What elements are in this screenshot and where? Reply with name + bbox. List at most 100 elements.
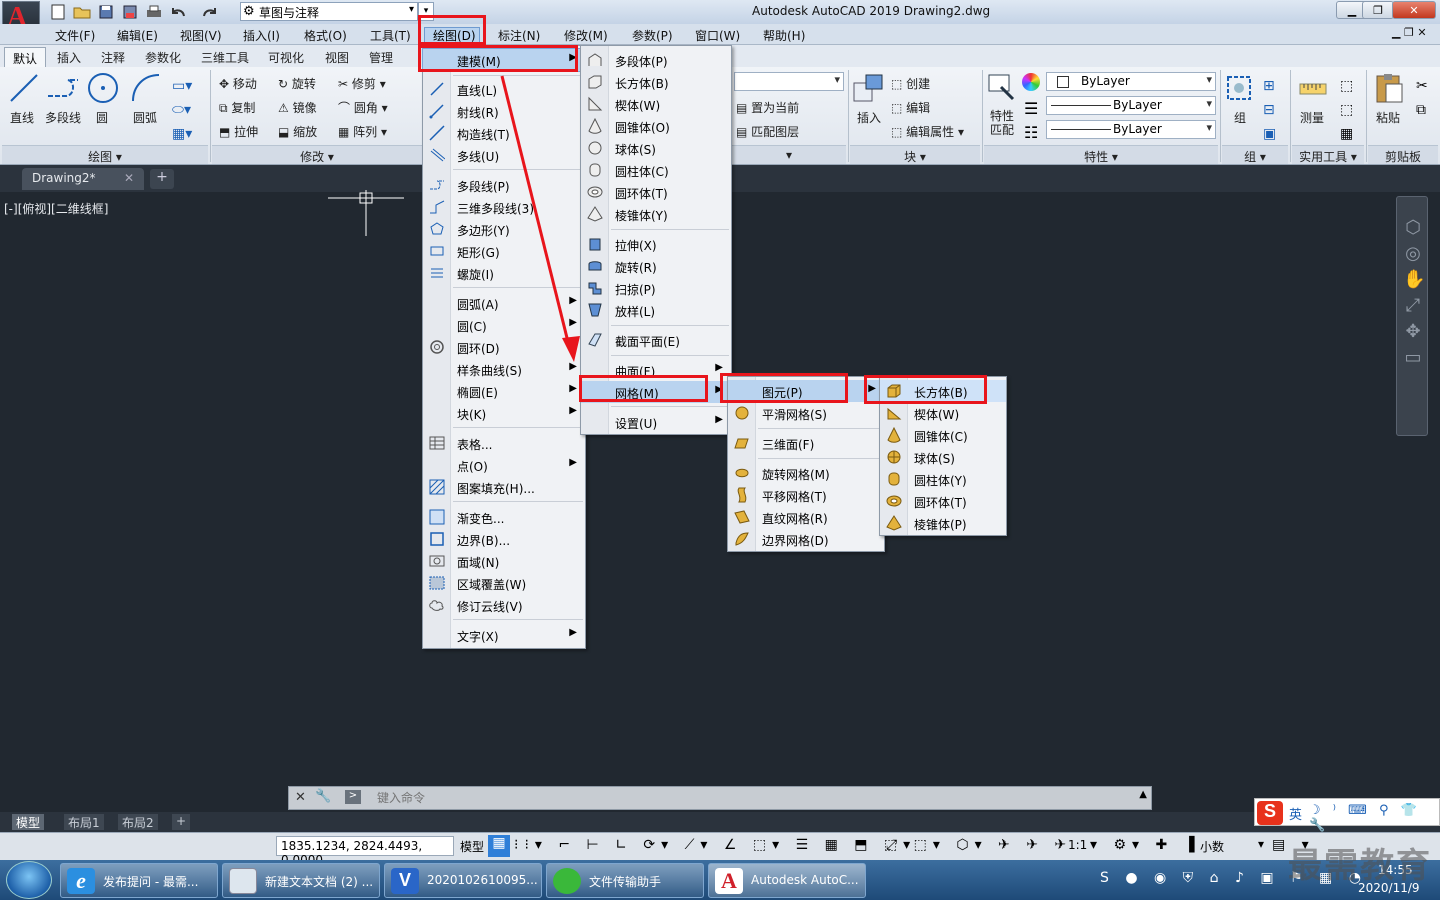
menu-item-box[interactable]: 长方体(B) — [581, 71, 731, 93]
panel-title-block[interactable]: 块 ▾ — [850, 145, 980, 164]
line-tool-label[interactable]: 直线 — [10, 109, 34, 126]
menu-parametric[interactable]: 参数(P) — [632, 27, 673, 44]
layer-dropdown[interactable] — [734, 72, 844, 91]
command-input[interactable] — [377, 789, 1127, 807]
move-tool[interactable]: ✥ 移动 — [219, 75, 257, 92]
close-tab-icon[interactable]: ✕ — [124, 171, 134, 185]
menu-item-3dface[interactable]: 三维面(F) — [728, 432, 884, 454]
set-current-layer[interactable]: ▤ 置为当前 — [736, 99, 799, 116]
save-icon[interactable] — [95, 2, 117, 22]
tab-3d-tools[interactable]: 三维工具 — [201, 49, 249, 66]
start-button[interactable] — [6, 861, 52, 899]
insert-block-label[interactable]: 插入 — [857, 109, 881, 126]
menu-item-pyramid[interactable]: 棱锥体(Y) — [581, 203, 731, 225]
menu-item-boundary[interactable]: 边界(B)... — [423, 528, 585, 550]
workspace-selector[interactable]: ⚙ 草图与注释 ▾ — [240, 2, 418, 21]
coordinate-readout[interactable]: 1835.1234, 2824.4493, 0.0000 — [276, 836, 454, 867]
match-properties-label[interactable]: 特性匹配 — [990, 109, 1016, 137]
menu-item-revsurf[interactable]: 旋转网格(M) — [728, 462, 884, 484]
scale-tool[interactable]: ⬓ 缩放 — [278, 123, 317, 140]
status-toggle-icons-1[interactable]: ⁝⁝▾ ⌐ ⊢ ∟ ⟳▾ ⟋▾ ∠ ⬚▾ ☰ ▦ ⬒ ⬚▾ — [514, 837, 916, 853]
menu-item-mesh-cone[interactable]: 圆锥体(C) — [880, 424, 1006, 446]
tab-insert[interactable]: 插入 — [57, 49, 81, 66]
paste-label[interactable]: 粘贴 — [1376, 109, 1400, 126]
tab-layout2[interactable]: 布局2 — [118, 814, 158, 830]
qat-customize-button[interactable]: ▾ — [418, 2, 434, 21]
panel-title-properties[interactable]: 特性 ▾ — [984, 145, 1218, 164]
group-icon[interactable] — [1226, 73, 1254, 103]
utility-tool-icons[interactable]: ⬚ ⬚ ▦ — [1340, 74, 1353, 146]
polyline-tool-label[interactable]: 多段线 — [45, 109, 81, 126]
menu-item-tabsurf[interactable]: 平移网格(T) — [728, 484, 884, 506]
menu-file[interactable]: 文件(F) — [55, 27, 95, 44]
maximize-button[interactable]: ❐ — [1362, 1, 1394, 19]
status-toggle-icons-2[interactable]: ⤢ ⬚▾ ⬡▾ ✈ ✈ ✈ — [886, 837, 1072, 853]
menu-item-revcloud[interactable]: 修订云线(V) — [423, 594, 585, 616]
menu-help[interactable]: 帮助(H) — [763, 27, 805, 44]
menu-item-gradient[interactable]: 渐变色... — [423, 506, 585, 528]
menu-insert[interactable]: 插入(I) — [243, 27, 280, 44]
close-icon[interactable]: ✕ — [295, 790, 306, 805]
edit-block[interactable]: ⬚ 编辑 — [891, 99, 930, 116]
match-layer[interactable]: ▤ 匹配图层 — [736, 123, 799, 140]
menu-modify[interactable]: 修改(M) — [564, 27, 608, 44]
annotation-scale[interactable]: 1:1 — [1068, 838, 1087, 852]
ime-toolbar[interactable]: S 英 ☽ ⁾ ⌨ ⚲ 👕 🔧 — [1254, 798, 1440, 833]
viewport-controls[interactable]: [-][俯视][二维线框] — [4, 200, 108, 217]
new-file-icon[interactable] — [47, 2, 69, 22]
color-dropdown[interactable]: ByLayer — [1046, 72, 1216, 91]
print-icon[interactable] — [143, 2, 165, 22]
circle-tool-label[interactable]: 圆 — [96, 109, 108, 126]
stretch-tool[interactable]: ⬒ 拉伸 — [219, 123, 258, 140]
tab-default[interactable]: 默认 — [4, 47, 46, 67]
linetype-dropdown[interactable]: ByLayer — [1046, 96, 1216, 115]
menu-view[interactable]: 视图(V) — [180, 27, 222, 44]
chevron-up-icon[interactable]: ▲ — [1139, 789, 1147, 800]
menu-item-mesh-wedge[interactable]: 楔体(W) — [880, 402, 1006, 424]
menu-item-revolve[interactable]: 旋转(R) — [581, 255, 731, 277]
taskbar-item-word[interactable]: V 2020102610095... — [384, 863, 542, 898]
arc-tool-label[interactable]: 圆弧 — [133, 109, 157, 126]
menu-item-polysolid[interactable]: 多段体(P) — [581, 49, 731, 71]
menu-item-mesh[interactable]: 网格(M) ▶ — [581, 381, 731, 403]
menu-item-extrude[interactable]: 拉伸(X) — [581, 233, 731, 255]
rotate-tool[interactable]: ↻ 旋转 — [278, 75, 316, 92]
status-toggle-icons-3[interactable]: ▾ ⚙▾ ✚ ▐ — [1090, 837, 1200, 853]
color-wheel-icon[interactable] — [1022, 73, 1040, 91]
ime-tool-icons[interactable]: ☽ ⁾ ⌨ ⚲ 👕 🔧 — [1309, 803, 1439, 833]
paste-icon[interactable] — [1374, 72, 1404, 104]
create-block[interactable]: ⬚ 创建 — [891, 75, 930, 92]
menu-item-sweep[interactable]: 扫掠(P) — [581, 277, 731, 299]
model-space-button[interactable]: 模型 — [460, 838, 484, 855]
open-folder-icon[interactable] — [71, 2, 93, 22]
units-display[interactable]: 小数 — [1200, 838, 1224, 855]
menu-item-text[interactable]: 文字(X) ▶ — [423, 624, 585, 646]
file-tab-drawing2[interactable]: Drawing2* ✕ — [22, 168, 144, 190]
tab-model[interactable]: 模型 — [12, 814, 45, 830]
mirror-tool[interactable]: ⚠ 镜像 — [278, 99, 317, 116]
menu-item-sphere[interactable]: 球体(S) — [581, 137, 731, 159]
menu-item-wedge[interactable]: 楔体(W) — [581, 93, 731, 115]
measure-icon[interactable] — [1298, 76, 1328, 102]
menu-item-section-plane[interactable]: 截面平面(E) — [581, 329, 731, 351]
fillet-tool[interactable]: ⌒ 圆角 ▾ — [338, 99, 388, 116]
menu-item-setup[interactable]: 设置(U) ▶ — [581, 411, 731, 433]
insert-block-icon[interactable] — [852, 73, 884, 105]
menu-tools[interactable]: 工具(T) — [370, 27, 411, 44]
wrench-icon[interactable]: 🔧 — [315, 789, 331, 804]
group-label[interactable]: 组 — [1234, 109, 1246, 126]
menu-item-surfaces[interactable]: 曲面(F) ▶ — [581, 359, 731, 381]
undo-icon[interactable] — [167, 2, 189, 22]
menu-item-torus[interactable]: 圆环体(T) — [581, 181, 731, 203]
redo-icon[interactable] — [199, 2, 221, 22]
panel-title-groups[interactable]: 组 ▾ — [1222, 145, 1288, 164]
tab-manage[interactable]: 管理 — [369, 49, 393, 66]
panel-title-clipboard[interactable]: 剪贴板 — [1368, 145, 1438, 164]
group-tool-icons[interactable]: ⊞ ⊟ ▣ — [1263, 74, 1276, 146]
menu-item-hatch[interactable]: 图案填充(H)... — [423, 476, 585, 498]
menu-item-table[interactable]: 表格... — [423, 432, 585, 454]
taskbar-item-autocad[interactable]: A Autodesk AutoC... — [708, 863, 866, 898]
match-properties-icon[interactable] — [987, 73, 1017, 103]
menu-item-modeling[interactable]: 建模(M) ▶ — [422, 48, 586, 72]
menu-item-mesh-sphere[interactable]: 球体(S) — [880, 446, 1006, 468]
